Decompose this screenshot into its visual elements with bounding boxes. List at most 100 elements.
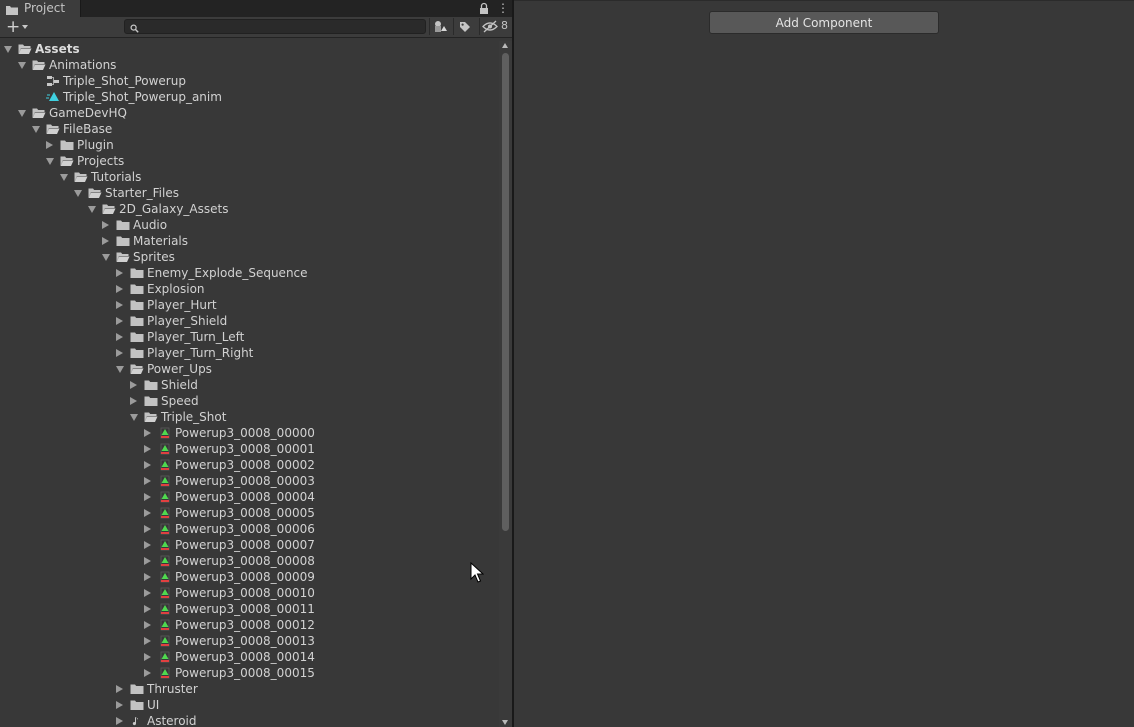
expand-arrow-open-icon[interactable] (46, 158, 54, 165)
expand-arrow-closed-icon[interactable] (144, 508, 151, 517)
tree-item[interactable]: Powerup3_0008_00014 (0, 649, 498, 665)
tree-item[interactable]: Powerup3_0008_00005 (0, 505, 498, 521)
expand-arrow-open-icon[interactable] (32, 126, 40, 133)
expand-arrow-closed-icon[interactable] (144, 444, 151, 453)
expand-arrow-closed-icon[interactable] (116, 316, 123, 325)
expand-arrow-open-icon[interactable] (18, 62, 26, 69)
tree-item[interactable]: Triple_Shot_Powerup_anim (0, 89, 498, 105)
tree-item-label: Animations (49, 58, 117, 72)
tree-item[interactable]: Plugin (0, 137, 498, 153)
expand-arrow-closed-icon[interactable] (144, 668, 151, 677)
tree-item[interactable]: Powerup3_0008_00001 (0, 441, 498, 457)
scrollbar-thumb[interactable] (502, 53, 509, 531)
tree-item[interactable]: Sprites (0, 249, 498, 265)
expand-arrow-closed-icon[interactable] (144, 588, 151, 597)
tree-item[interactable]: Speed (0, 393, 498, 409)
tree-item[interactable]: Projects (0, 153, 498, 169)
tree-item[interactable]: Starter_Files (0, 185, 498, 201)
filter-by-label-button[interactable] (453, 18, 475, 35)
tree-item[interactable]: Player_Turn_Right (0, 345, 498, 361)
expand-arrow-closed-icon[interactable] (144, 428, 151, 437)
tree-item[interactable]: Powerup3_0008_00010 (0, 585, 498, 601)
tree-item[interactable]: 2D_Galaxy_Assets (0, 201, 498, 217)
tree-item[interactable]: UI (0, 697, 498, 713)
expand-arrow-open-icon[interactable] (74, 190, 82, 197)
expand-arrow-closed-icon[interactable] (116, 284, 123, 293)
tree-item[interactable]: Triple_Shot_Powerup (0, 73, 498, 89)
scroll-down-arrow[interactable] (502, 720, 508, 725)
expand-arrow-open-icon[interactable] (60, 174, 68, 181)
tree-item[interactable]: Powerup3_0008_00011 (0, 601, 498, 617)
expand-arrow-closed-icon[interactable] (102, 236, 109, 245)
folder-icon (130, 267, 144, 279)
expand-arrow-closed-icon[interactable] (144, 620, 151, 629)
expand-arrow-closed-icon[interactable] (144, 460, 151, 469)
expand-arrow-closed-icon[interactable] (116, 684, 123, 693)
tree-item[interactable]: Powerup3_0008_00007 (0, 537, 498, 553)
expand-arrow-closed-icon[interactable] (116, 700, 123, 709)
tree-item[interactable]: Audio (0, 217, 498, 233)
tree-item[interactable]: Powerup3_0008_00015 (0, 665, 498, 681)
tree-item[interactable]: FileBase (0, 121, 498, 137)
expand-arrow-closed-icon[interactable] (116, 348, 123, 357)
more-options-icon[interactable]: ⋮ (497, 1, 509, 15)
search-field[interactable] (124, 19, 426, 34)
vertical-scrollbar[interactable] (499, 41, 512, 727)
expand-arrow-open-icon[interactable] (102, 254, 110, 261)
tree-item[interactable]: Thruster (0, 681, 498, 697)
tree-item[interactable]: Player_Hurt (0, 297, 498, 313)
expand-arrow-open-icon[interactable] (18, 110, 26, 117)
tree-item[interactable]: Powerup3_0008_00008 (0, 553, 498, 569)
create-button[interactable]: + (6, 19, 32, 36)
expand-arrow-closed-icon[interactable] (144, 604, 151, 613)
tree-item[interactable]: Player_Shield (0, 313, 498, 329)
tree-item[interactable]: Powerup3_0008_00003 (0, 473, 498, 489)
expand-arrow-closed-icon[interactable] (144, 476, 151, 485)
tree-item[interactable]: Powerup3_0008_00004 (0, 489, 498, 505)
lock-icon[interactable] (478, 2, 490, 15)
expand-arrow-closed-icon[interactable] (144, 524, 151, 533)
expand-arrow-closed-icon[interactable] (116, 300, 123, 309)
expand-arrow-closed-icon[interactable] (116, 268, 123, 277)
expand-arrow-closed-icon[interactable] (130, 396, 137, 405)
tree-item[interactable]: Materials (0, 233, 498, 249)
search-input[interactable] (143, 20, 421, 33)
expand-arrow-closed-icon[interactable] (144, 572, 151, 581)
tree-item[interactable]: Shield (0, 377, 498, 393)
tree-item[interactable]: Power_Ups (0, 361, 498, 377)
tree-item[interactable]: Enemy_Explode_Sequence (0, 265, 498, 281)
expand-arrow-closed-icon[interactable] (116, 332, 123, 341)
expand-arrow-open-icon[interactable] (4, 46, 12, 53)
tree-item[interactable]: Powerup3_0008_00002 (0, 457, 498, 473)
tree-item[interactable]: Explosion (0, 281, 498, 297)
tab-project[interactable]: Project (0, 0, 81, 17)
tree-item[interactable]: Powerup3_0008_00000 (0, 425, 498, 441)
tree-item[interactable]: Animations (0, 57, 498, 73)
tree-item[interactable]: Powerup3_0008_00013 (0, 633, 498, 649)
expand-arrow-open-icon[interactable] (116, 366, 124, 373)
add-component-button[interactable]: Add Component (709, 11, 939, 34)
filter-by-type-button[interactable] (429, 18, 451, 35)
expand-arrow-closed-icon[interactable] (144, 492, 151, 501)
tree-item[interactable]: Powerup3_0008_00012 (0, 617, 498, 633)
expand-arrow-open-icon[interactable] (88, 206, 96, 213)
tree-item[interactable]: GameDevHQ (0, 105, 498, 121)
expand-arrow-closed-icon[interactable] (144, 652, 151, 661)
tree-item[interactable]: Assets (0, 41, 498, 57)
tree-item[interactable]: Powerup3_0008_00009 (0, 569, 498, 585)
expand-arrow-closed-icon[interactable] (144, 556, 151, 565)
expand-arrow-closed-icon[interactable] (144, 540, 151, 549)
scroll-up-arrow[interactable] (502, 43, 508, 48)
expand-arrow-closed-icon[interactable] (130, 380, 137, 389)
tree-item[interactable]: Tutorials (0, 169, 498, 185)
hidden-packages-button[interactable]: 8 (479, 18, 512, 35)
tree-item[interactable]: Powerup3_0008_00006 (0, 521, 498, 537)
expand-arrow-closed-icon[interactable] (144, 636, 151, 645)
expand-arrow-open-icon[interactable] (130, 414, 138, 421)
tree-item[interactable]: Triple_Shot (0, 409, 498, 425)
expand-arrow-closed-icon[interactable] (46, 140, 53, 149)
expand-arrow-closed-icon[interactable] (102, 220, 109, 229)
tree-item[interactable]: Asteroid (0, 713, 498, 727)
expand-arrow-closed-icon[interactable] (116, 716, 123, 725)
tree-item[interactable]: Player_Turn_Left (0, 329, 498, 345)
